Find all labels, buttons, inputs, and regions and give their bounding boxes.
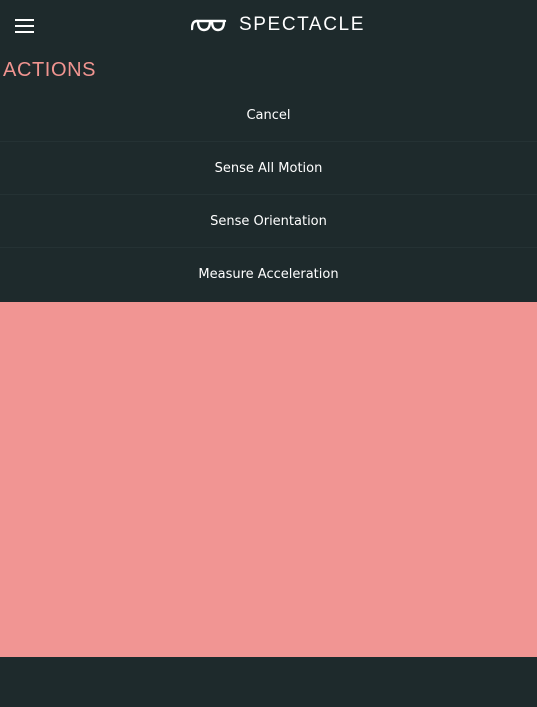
action-label: Cancel (246, 107, 291, 123)
motion-display-panel (0, 302, 537, 657)
sense-all-motion-button[interactable]: Sense All Motion (0, 142, 537, 195)
actions-list: Cancel Sense All Motion Sense Orientatio… (0, 89, 537, 301)
actions-heading: ACTIONS (3, 59, 97, 81)
brand: SPECTACLE (191, 12, 365, 38)
action-label: Measure Acceleration (198, 267, 339, 282)
top-bar: SPECTACLE (0, 0, 537, 52)
brand-name: SPECTACLE (239, 14, 365, 35)
glasses-icon (191, 19, 227, 32)
cancel-button[interactable]: Cancel (0, 89, 537, 142)
app-root: SPECTACLE ACTIONS Cancel Sense All Motio… (0, 0, 537, 707)
sense-orientation-button[interactable]: Sense Orientation (0, 195, 537, 248)
action-label: Sense Orientation (210, 213, 327, 229)
action-label: Sense All Motion (214, 160, 323, 176)
measure-acceleration-button[interactable]: Measure Acceleration (0, 248, 537, 301)
hamburger-icon[interactable] (14, 15, 36, 35)
footer-bar (0, 657, 537, 707)
